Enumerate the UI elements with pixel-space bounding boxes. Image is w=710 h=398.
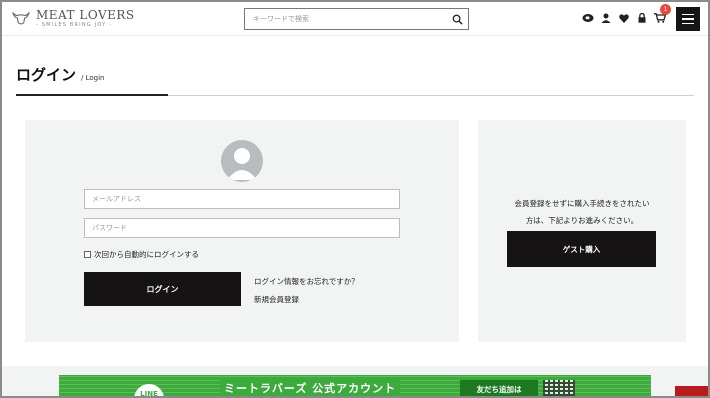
remember-label: 次回から自動的にログインする <box>94 250 199 259</box>
brand-name: MEAT LOVERS <box>36 7 135 22</box>
menu-bar <box>682 18 694 20</box>
guest-checkout-button[interactable]: ゲスト購入 <box>507 231 656 267</box>
remember-me[interactable]: 次回から自動的にログインする <box>84 249 199 260</box>
line-banner-title: ミートラバーズ 公式アカウント <box>220 380 401 396</box>
password-field[interactable] <box>84 218 400 238</box>
heart-icon[interactable] <box>618 12 630 24</box>
brand-logo[interactable]: MEAT LOVERS - SMILES BRING JOY - <box>10 7 135 29</box>
brand-text: MEAT LOVERS - SMILES BRING JOY - <box>36 9 135 28</box>
guest-description: 会員登録をせずに購入手続きをされたい 方は、下記よりお進みください。 <box>478 195 686 229</box>
search-icon[interactable] <box>446 9 468 29</box>
cart-count-badge: 1 <box>660 4 671 15</box>
meat-icon[interactable] <box>582 12 594 24</box>
user-avatar-icon <box>227 148 257 180</box>
page-top-button[interactable] <box>675 386 708 396</box>
hamburger-menu-button[interactable] <box>676 7 700 31</box>
menu-bar <box>682 22 694 25</box>
brand-tagline: - SMILES BRING JOY - <box>36 21 113 28</box>
user-icon[interactable] <box>600 12 612 24</box>
page-title-text: ログイン <box>16 66 77 84</box>
line-logo-icon: LINE <box>134 384 164 396</box>
guest-text-line2: 方は、下記よりお進みください。 <box>525 216 639 225</box>
add-friend-button[interactable]: 友だち追加は <box>460 380 538 396</box>
login-button[interactable]: ログイン <box>84 272 241 306</box>
page-title: ログイン / Login <box>16 64 104 85</box>
lock-icon[interactable] <box>636 12 648 24</box>
cart-icon[interactable]: 1 <box>654 4 671 24</box>
header-icons: 1 <box>582 4 671 24</box>
search-input[interactable] <box>245 9 446 29</box>
line-banner[interactable]: LINE ミートラバーズ 公式アカウント 友だち追加は <box>59 375 651 396</box>
qr-code-icon <box>543 380 575 396</box>
menu-bar <box>682 13 694 16</box>
login-panel: 次回から自動的にログインする ログイン ログイン情報をお忘れですか？ 新規会員登… <box>25 120 459 342</box>
site-header: MEAT LOVERS - SMILES BRING JOY - 1 <box>2 2 708 36</box>
search-box <box>244 8 469 30</box>
guest-panel: 会員登録をせずに購入手続きをされたい 方は、下記よりお進みください。 ゲスト購入 <box>478 120 686 342</box>
forgot-password-link[interactable]: ログイン情報をお忘れですか？ <box>254 276 359 287</box>
remember-checkbox[interactable] <box>84 251 91 258</box>
register-link[interactable]: 新規会員登録 <box>254 294 299 305</box>
bull-logo-icon <box>12 12 30 25</box>
avatar <box>221 140 263 182</box>
page-subtitle: / Login <box>81 74 105 82</box>
title-underline <box>16 94 168 96</box>
email-field[interactable] <box>84 189 400 209</box>
guest-text-line1: 会員登録をせずに購入手続きをされたい <box>514 199 650 208</box>
